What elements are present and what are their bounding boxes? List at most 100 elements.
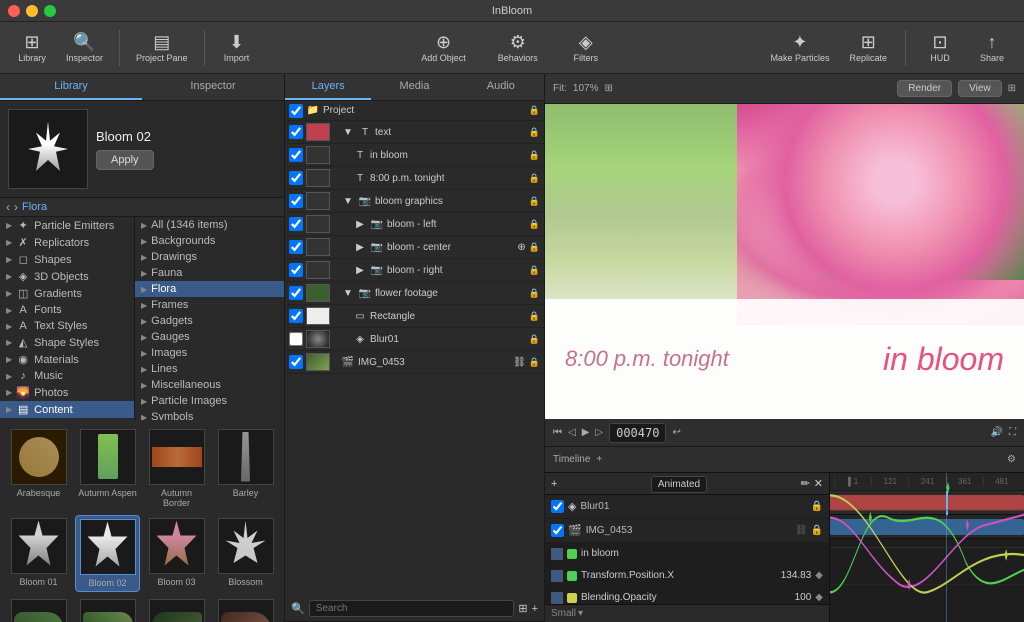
- grid-icon[interactable]: ⊞: [1008, 83, 1016, 94]
- layer-8pm-tonight[interactable]: T 8:00 p.m. tonight 🔒: [285, 167, 544, 190]
- category-particle-emitters[interactable]: ▶ ✦ Particle Emitters: [0, 217, 134, 234]
- step-back-icon[interactable]: ◁: [568, 427, 576, 438]
- grid-item-branch-01[interactable]: Branch 01: [6, 596, 71, 622]
- add-object-button[interactable]: ⊕ Add Object: [413, 29, 474, 67]
- search-input[interactable]: [309, 600, 515, 617]
- grid-item-branch-03[interactable]: Branch 03: [144, 596, 209, 622]
- nav-forward-button[interactable]: ›: [14, 200, 18, 214]
- kf-opacity[interactable]: Blending.Opacity 100 ◆: [545, 587, 829, 604]
- tab-inspector[interactable]: Inspector: [142, 74, 284, 100]
- close-button[interactable]: [8, 5, 20, 17]
- layer-text-group[interactable]: ▼ T text 🔒: [285, 121, 544, 144]
- library-button[interactable]: ⊞ Library: [8, 29, 56, 67]
- tab-audio[interactable]: Audio: [458, 74, 544, 100]
- category-music[interactable]: ▶ ♪ Music: [0, 368, 134, 384]
- kf-opacity-check[interactable]: [551, 592, 563, 604]
- track-img-check[interactable]: [551, 524, 564, 537]
- grid-item-bloom-03[interactable]: Bloom 03: [144, 515, 209, 592]
- track-blur01-check[interactable]: [551, 500, 564, 513]
- import-button[interactable]: ⬇ Import: [213, 29, 261, 67]
- share-button[interactable]: ↑ Share: [968, 29, 1016, 67]
- grid-item-branch-04[interactable]: Branch 04: [213, 596, 278, 622]
- layer-bloom-graphics-visibility[interactable]: [289, 194, 303, 208]
- audio-icon[interactable]: 🔊: [991, 427, 1003, 438]
- layer-flower-footage-visibility[interactable]: [289, 286, 303, 300]
- layer-blur01[interactable]: ◈ Blur01 🔒: [285, 328, 544, 351]
- layer-bloom-graphics[interactable]: ▼ 📷 bloom graphics 🔒: [285, 190, 544, 213]
- subcat-particle-images[interactable]: ▶ Particle Images: [135, 393, 284, 409]
- kf-diamond-5[interactable]: [1005, 549, 1008, 561]
- tab-library[interactable]: Library: [0, 74, 142, 100]
- replicate-button[interactable]: ⊞ Replicate: [841, 29, 895, 67]
- kf-position-x-check[interactable]: [551, 570, 563, 582]
- layer-8pm-visibility[interactable]: [289, 171, 303, 185]
- play-button[interactable]: ▶: [582, 427, 590, 438]
- timeline-add-icon[interactable]: +: [596, 454, 602, 465]
- layer-bloom-left-visibility[interactable]: [289, 217, 303, 231]
- kf-diamond-4[interactable]: [966, 519, 969, 531]
- grid-item-arabesque[interactable]: Arabesque: [6, 426, 71, 511]
- layer-bloom-left[interactable]: ▶ 📷 bloom - left 🔒: [285, 213, 544, 236]
- nav-back-button[interactable]: ‹: [6, 200, 10, 214]
- category-shape-styles[interactable]: ▶ ◭ Shape Styles: [0, 334, 134, 351]
- minimize-button[interactable]: [26, 5, 38, 17]
- add-track-icon[interactable]: +: [551, 478, 557, 490]
- layer-rectangle[interactable]: ▭ Rectangle 🔒: [285, 305, 544, 328]
- grid-item-blossom[interactable]: Blossom: [213, 515, 278, 592]
- tab-media[interactable]: Media: [371, 74, 457, 100]
- layer-bloom-right-visibility[interactable]: [289, 263, 303, 277]
- layer-img-0453-visibility[interactable]: [289, 355, 303, 369]
- loop-icon[interactable]: ↩: [672, 427, 680, 438]
- layer-rectangle-visibility[interactable]: [289, 309, 303, 323]
- project-pane-button[interactable]: ▤ Project Pane: [128, 29, 196, 67]
- close-keyframe-icon[interactable]: ✕: [814, 477, 823, 490]
- small-dropdown-icon[interactable]: ▾: [578, 608, 583, 619]
- render-button[interactable]: Render: [897, 80, 952, 97]
- subcat-all[interactable]: ▶ All (1346 items): [135, 217, 284, 233]
- category-photos[interactable]: ▶ 🌄 Photos: [0, 384, 134, 401]
- inspector-button[interactable]: 🔍 Inspector: [58, 29, 111, 67]
- track-img-0453[interactable]: 🎬 IMG_0453 ⛓ 🔒: [545, 519, 829, 543]
- layer-img-0453[interactable]: 🎬 IMG_0453 ⛓ 🔒: [285, 351, 544, 374]
- add-layer-icon[interactable]: +: [532, 603, 538, 615]
- filters-button[interactable]: ◈ Filters: [562, 29, 610, 67]
- layer-in-bloom-visibility[interactable]: [289, 148, 303, 162]
- hud-button[interactable]: ⊡ HUD: [916, 29, 964, 67]
- step-forward-icon[interactable]: ▷: [595, 427, 603, 438]
- subcat-fauna[interactable]: ▶ Fauna: [135, 265, 284, 281]
- layer-project-visibility[interactable]: [289, 104, 303, 118]
- layer-project[interactable]: 📁 Project 🔒: [285, 101, 544, 121]
- timeline-settings-icon[interactable]: ⚙: [1007, 454, 1016, 465]
- kf-diamond-3[interactable]: [908, 579, 911, 591]
- grid-view-icon[interactable]: ⊞: [518, 602, 527, 615]
- layer-in-bloom[interactable]: T in bloom 🔒: [285, 144, 544, 167]
- apply-button[interactable]: Apply: [96, 150, 154, 170]
- grid-item-barley[interactable]: Barley: [213, 426, 278, 511]
- layer-text-visibility[interactable]: [289, 125, 303, 139]
- category-3d-objects[interactable]: ▶ ◈ 3D Objects: [0, 268, 134, 285]
- make-particles-button[interactable]: ✦ Make Particles: [762, 29, 837, 67]
- grid-item-branch-02[interactable]: Branch 02: [75, 596, 140, 622]
- category-materials[interactable]: ▶ ◉ Materials: [0, 351, 134, 368]
- subcat-flora[interactable]: ▶ Flora: [135, 281, 284, 297]
- category-fonts[interactable]: ▶ A Fonts: [0, 302, 134, 318]
- subcat-backgrounds[interactable]: ▶ Backgrounds: [135, 233, 284, 249]
- grid-item-bloom-01[interactable]: Bloom 01: [6, 515, 71, 592]
- category-content[interactable]: ▶ ▤ Content: [0, 401, 134, 418]
- view-button[interactable]: View: [958, 80, 1002, 97]
- subcat-drawings[interactable]: ▶ Drawings: [135, 249, 284, 265]
- kf-position-x[interactable]: Transform.Position.X 134.83 ◆: [545, 565, 829, 587]
- layer-bloom-center[interactable]: ▶ 📷 bloom - center ⊕ 🔒: [285, 236, 544, 259]
- rewind-icon[interactable]: ⏮: [553, 427, 562, 438]
- layer-bloom-center-visibility[interactable]: [289, 240, 303, 254]
- maximize-button[interactable]: [44, 5, 56, 17]
- pencil-icon[interactable]: ✏: [801, 477, 810, 490]
- subcat-symbols[interactable]: ▶ Symbols: [135, 409, 284, 420]
- track-blur01[interactable]: ◈ Blur01 🔒: [545, 495, 829, 519]
- kf-in-bloom[interactable]: in bloom: [545, 543, 829, 565]
- subcat-lines[interactable]: ▶ Lines: [135, 361, 284, 377]
- fullscreen-icon[interactable]: ⛶: [1009, 427, 1016, 438]
- layer-bloom-right[interactable]: ▶ 📷 bloom - right 🔒: [285, 259, 544, 282]
- grid-item-autumn-border[interactable]: Autumn Border: [144, 426, 209, 511]
- subcat-miscellaneous[interactable]: ▶ Miscellaneous: [135, 377, 284, 393]
